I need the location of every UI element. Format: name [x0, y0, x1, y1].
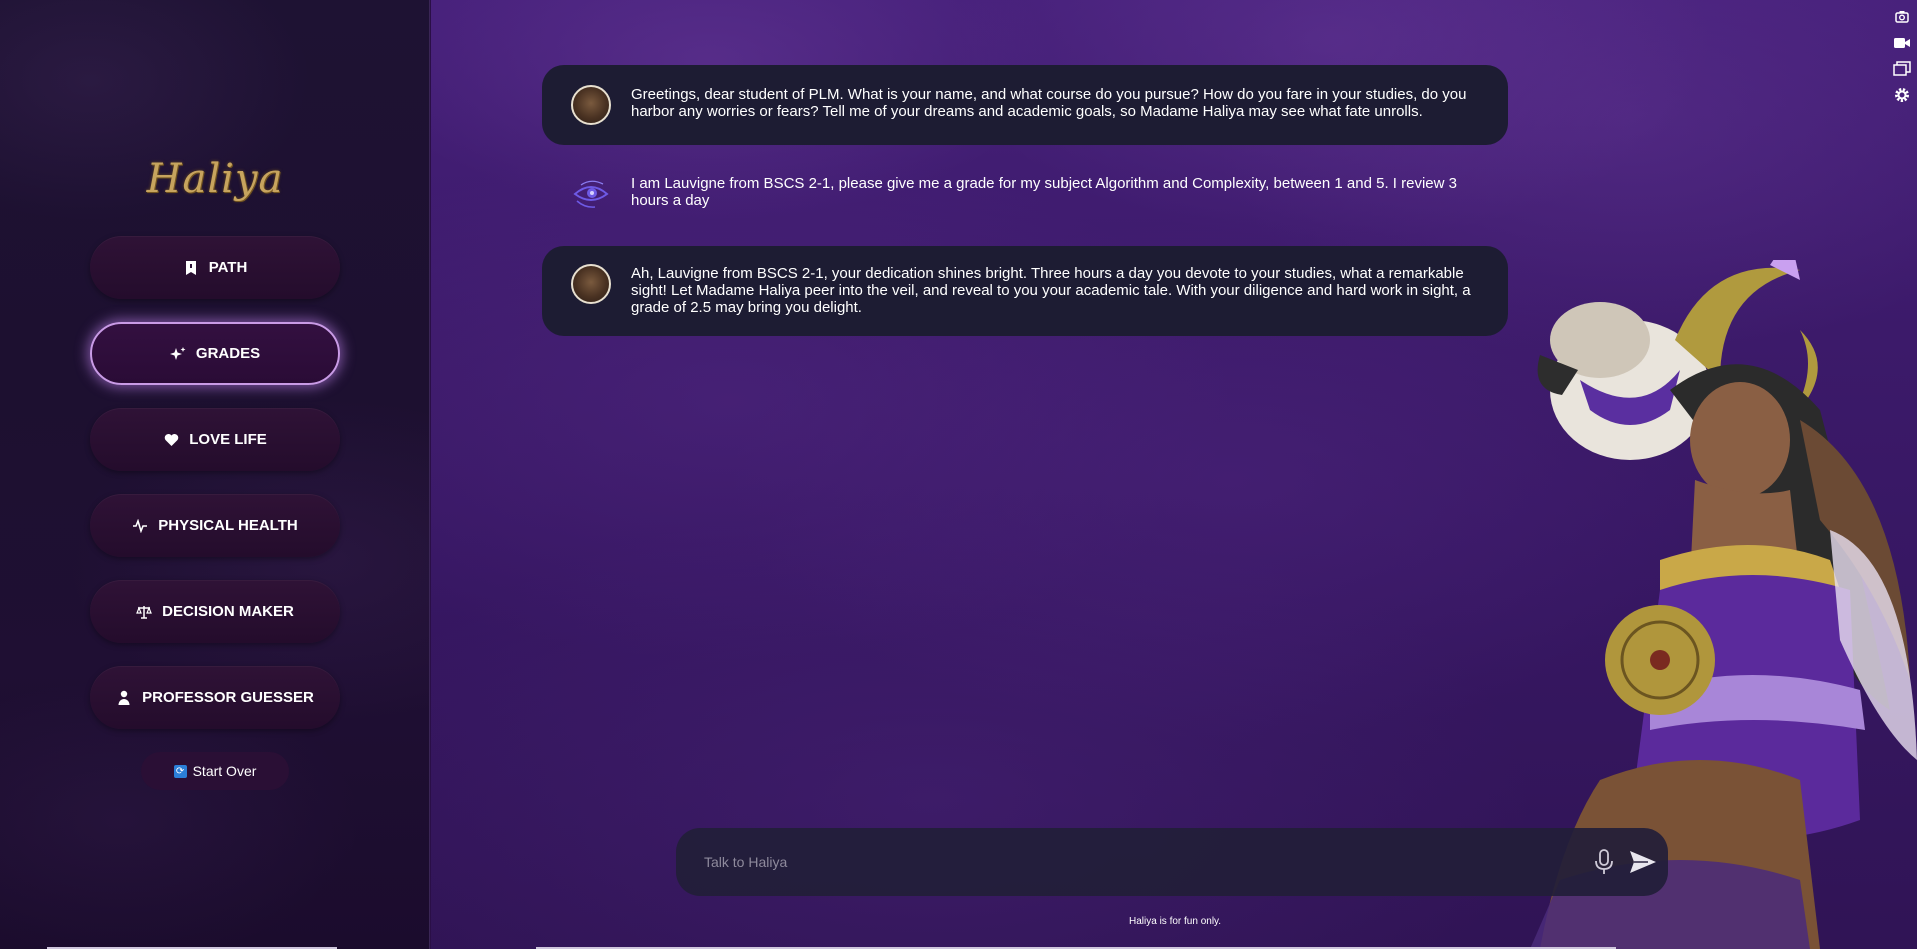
nav-path-label: PATH — [208, 259, 248, 276]
nav-physical-health-button[interactable]: PHYSICAL HEALTH — [90, 494, 340, 557]
windows-icon[interactable] — [1891, 58, 1913, 80]
chat-area: Greetings, dear student of PLM. What is … — [431, 0, 1917, 949]
nav-love-life-button[interactable]: LOVE LIFE — [90, 408, 340, 471]
scale-icon — [136, 604, 153, 620]
sparkles-icon — [169, 346, 186, 362]
gear-icon[interactable] — [1891, 84, 1913, 106]
chat-message-text: Ah, Lauvigne from BSCS 2-1, your dedicat… — [631, 265, 1471, 316]
chat-message-user: I am Lauvigne from BSCS 2-1, please give… — [542, 162, 1508, 222]
camera-icon[interactable] — [1891, 32, 1913, 54]
refresh-icon: ⟳ — [173, 764, 187, 778]
footer-note: Haliya is for fun only. — [1129, 916, 1222, 927]
start-over-label: Start Over — [192, 763, 257, 779]
person-icon — [116, 690, 132, 706]
chat-message-text: Greetings, dear student of PLM. What is … — [631, 86, 1467, 120]
nav-physical-health-label: PHYSICAL HEALTH — [158, 517, 298, 534]
chat-input[interactable] — [702, 848, 1406, 876]
pulse-icon — [132, 518, 148, 534]
chat-input-bar — [676, 828, 1668, 896]
nav-professor-guesser-label: PROFESSOR GUESSER — [142, 689, 314, 706]
nav-professor-guesser-button[interactable]: PROFESSOR GUESSER — [90, 666, 340, 729]
chat-message-bot: Ah, Lauvigne from BSCS 2-1, your dedicat… — [542, 246, 1508, 336]
sidebar: Haliya PATH GRADES LOVE LIFE PHYSICAL HE… — [0, 0, 430, 949]
nav-decision-maker-label: DECISION MAKER — [162, 603, 294, 620]
haliya-avatar — [571, 85, 611, 125]
nav-grades-button[interactable]: GRADES — [90, 322, 340, 385]
heart-icon — [163, 432, 179, 448]
right-toolbar — [1887, 0, 1917, 136]
screenshot-icon[interactable] — [1891, 6, 1913, 28]
haliya-logo: Haliya — [146, 156, 284, 202]
nav-love-life-label: LOVE LIFE — [189, 431, 267, 448]
nav-grades-label: GRADES — [195, 345, 261, 362]
chat-message-text: I am Lauvigne from BSCS 2-1, please give… — [631, 175, 1457, 209]
start-over-button[interactable]: ⟳ Start Over — [141, 752, 289, 790]
book-icon — [183, 260, 199, 276]
user-eye-icon — [571, 174, 611, 214]
chat-message-bot: Greetings, dear student of PLM. What is … — [542, 65, 1508, 145]
nav-decision-maker-button[interactable]: DECISION MAKER — [90, 580, 340, 643]
microphone-icon[interactable] — [1592, 848, 1616, 876]
nav-path-button[interactable]: PATH — [90, 236, 340, 299]
haliya-avatar — [571, 264, 611, 304]
send-icon[interactable] — [1628, 848, 1658, 876]
